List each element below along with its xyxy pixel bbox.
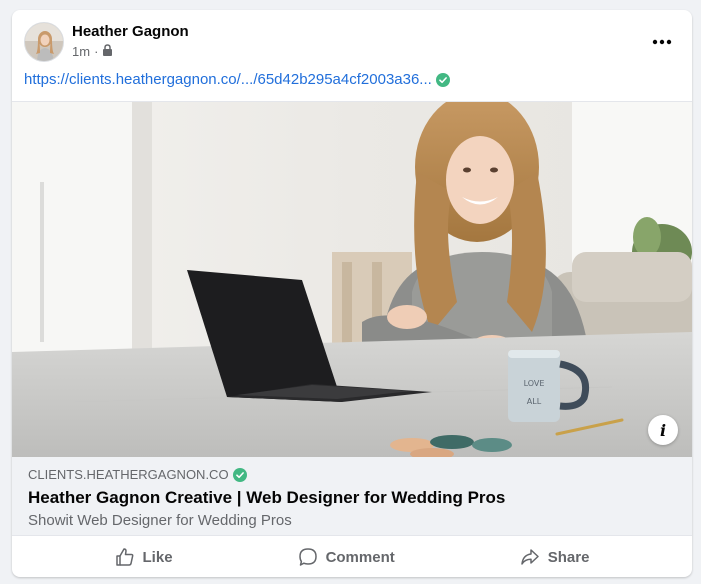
- lock-icon[interactable]: [102, 44, 113, 59]
- more-options-button[interactable]: [644, 24, 680, 60]
- info-button[interactable]: i: [648, 415, 678, 445]
- like-button[interactable]: Like: [95, 540, 193, 574]
- post-card: Heather Gagnon 1m · https://clients.heat…: [12, 10, 692, 577]
- avatar-image: [25, 23, 63, 61]
- author-avatar[interactable]: [24, 22, 64, 62]
- post-link-text[interactable]: https://clients.heathergagnon.co/.../65d…: [24, 71, 432, 88]
- share-icon: [521, 549, 539, 565]
- mug-text-love: LOVE: [524, 379, 545, 388]
- preview-title[interactable]: Heather Gagnon Creative | Web Designer f…: [28, 488, 505, 508]
- link-preview[interactable]: CLIENTS.HEATHERGAGNON.CO Heather Gagnon …: [12, 457, 692, 536]
- like-label: Like: [142, 548, 173, 566]
- more-horizontal-icon: [652, 39, 672, 45]
- verified-check-icon: [232, 467, 247, 482]
- author-name[interactable]: Heather Gagnon: [72, 23, 189, 40]
- preview-domain: CLIENTS.HEATHERGAGNON.CO: [28, 467, 247, 482]
- comment-button[interactable]: Comment: [278, 540, 415, 574]
- post-link[interactable]: https://clients.heathergagnon.co/.../65d…: [24, 71, 450, 88]
- post-actions: Like Comment Share: [12, 537, 692, 577]
- comment-label: Comment: [325, 548, 395, 566]
- meta-separator: ·: [94, 44, 99, 59]
- thumbs-up-icon: [115, 548, 133, 566]
- verified-check-icon: [435, 72, 450, 87]
- link-preview-image[interactable]: LOVE ALL i: [12, 101, 692, 457]
- preview-domain-text: CLIENTS.HEATHERGAGNON.CO: [28, 467, 229, 482]
- mug-text-all: ALL: [527, 397, 542, 406]
- info-icon: i: [659, 420, 667, 440]
- post-header: Heather Gagnon 1m · https://clients.heat…: [12, 10, 692, 100]
- comment-icon: [298, 548, 317, 566]
- share-button[interactable]: Share: [500, 540, 610, 574]
- post-time[interactable]: 1m: [72, 44, 90, 59]
- preview-description: Showit Web Designer for Wedding Pros: [28, 512, 292, 529]
- preview-photo: LOVE ALL: [12, 102, 692, 457]
- post-meta: 1m ·: [72, 44, 113, 59]
- share-label: Share: [547, 548, 590, 566]
